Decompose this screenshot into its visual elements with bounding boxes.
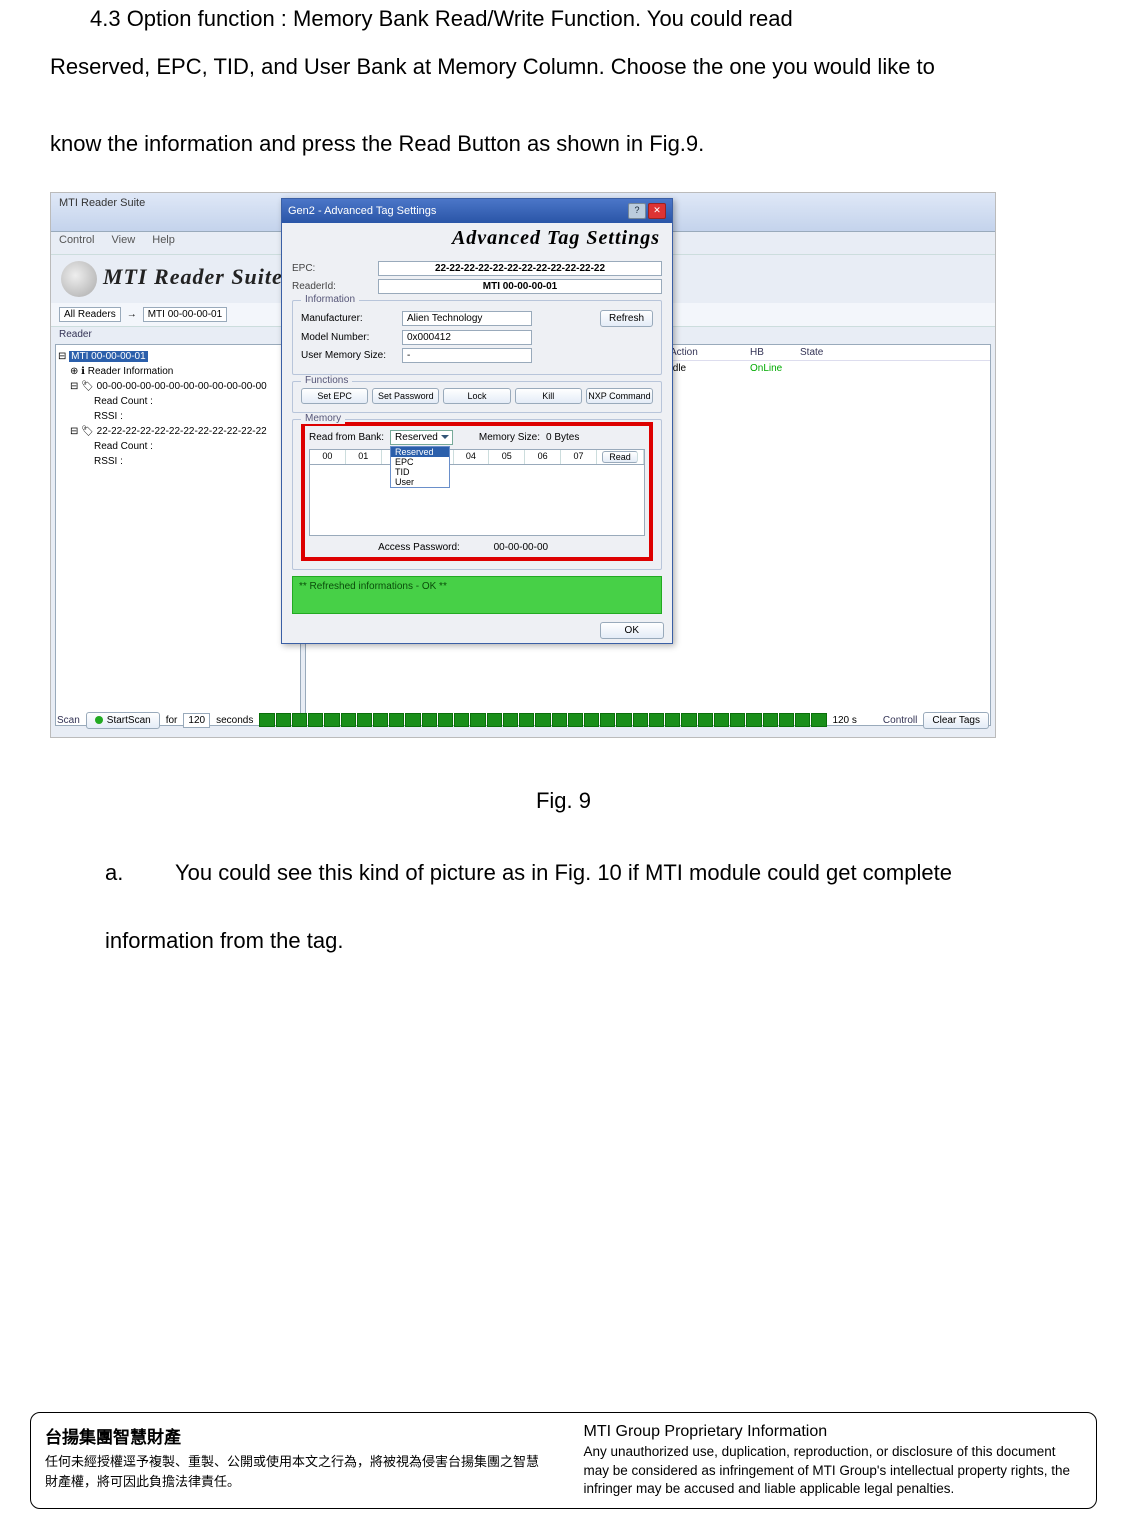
access-password-input[interactable]: 00-00-00-00 [466, 542, 576, 553]
read-button[interactable]: Read [602, 451, 638, 463]
user-mem-value: - [402, 348, 532, 363]
memory-bank-list[interactable]: Reserved EPC TID User [390, 446, 450, 488]
scan-seconds-label: seconds [216, 715, 253, 726]
kill-button[interactable]: Kill [515, 388, 582, 404]
dialog-title-text: Gen2 - Advanced Tag Settings [288, 205, 436, 217]
memory-highlight-box: Read from Bank: Reserved Reserved EPC TI… [301, 422, 653, 561]
tree-tag-1[interactable]: 22-22-22-22-22-22-22-22-22-22-22-22 [97, 426, 267, 437]
memory-legend: Memory [301, 413, 345, 424]
menu-view[interactable]: View [112, 234, 136, 246]
paragraph: Reserved, EPC, TID, and User Bank at Mem… [50, 38, 1077, 95]
reader-tree[interactable]: ⊟ MTI 00-00-00-01 ⊕ ℹ Reader Information… [55, 344, 301, 726]
information-legend: Information [301, 294, 359, 305]
dialog-titlebar: Gen2 - Advanced Tag Settings ? ✕ [282, 199, 672, 223]
grid-cell-action: Idle [670, 363, 750, 374]
hex-col: 05 [489, 450, 525, 464]
footer-zh-body: 任何未經授權逕予複製、重製、公開或使用本文之行為，將被視為侵害台揚集團之智慧財產… [45, 1452, 544, 1491]
tree-root[interactable]: MTI 00-00-00-01 [69, 351, 147, 362]
footer-notice: 台揚集團智慧財產 任何未經授權逕予複製、重製、公開或使用本文之行為，將被視為侵害… [30, 1412, 1097, 1509]
paragraph: know the information and press the Read … [50, 115, 1077, 172]
footer-zh-title: 台揚集團智慧財產 [45, 1423, 544, 1448]
list-bullet: a. [105, 844, 175, 901]
scan-label: Scan [57, 715, 80, 726]
readerid-value: MTI 00-00-00-01 [378, 279, 662, 294]
hex-col: 07 [561, 450, 597, 464]
epc-label: EPC: [292, 263, 372, 274]
tree-rssi: RSSI : [58, 454, 298, 469]
section-heading: 4.3 Option function : Memory Bank Read/W… [90, 6, 1077, 32]
paragraph: information from the tag. [105, 912, 1077, 969]
help-icon[interactable]: ? [628, 203, 646, 219]
reader-id-select[interactable]: MTI 00-00-00-01 [143, 307, 227, 322]
tree-info[interactable]: Reader Information [88, 366, 174, 377]
footer-en-title: MTI Group Proprietary Information [584, 1423, 1083, 1441]
hex-col: 00 [310, 450, 346, 464]
list-item: a.You could see this kind of picture as … [105, 844, 1077, 901]
close-icon[interactable]: ✕ [648, 203, 666, 219]
tree-readcount: Read Count : [58, 394, 298, 409]
readerid-label: ReaderId: [292, 281, 372, 292]
bank-option-epc[interactable]: EPC [391, 457, 449, 467]
reader-app-window: MTI Reader Suite Control View Help MTI R… [51, 193, 995, 737]
arrow-icon: → [127, 309, 137, 320]
epc-value: 22-22-22-22-22-22-22-22-22-22-22-22 [378, 261, 662, 276]
bank-option-reserved[interactable]: Reserved [391, 447, 449, 457]
model-label: Model Number: [301, 332, 396, 343]
reader-filter-select[interactable]: All Readers [59, 307, 121, 322]
refresh-button[interactable]: Refresh [600, 310, 653, 327]
advanced-tag-settings-dialog: Gen2 - Advanced Tag Settings ? ✕ Advance… [281, 198, 673, 644]
scan-progress [259, 713, 826, 727]
scan-duration: 120 s [832, 715, 856, 726]
memory-bank-selected[interactable]: Reserved [390, 430, 453, 445]
memory-grid [309, 465, 645, 536]
nxp-command-button[interactable]: NXP Command [586, 388, 653, 404]
bank-option-user[interactable]: User [391, 477, 449, 487]
hex-col: 06 [525, 450, 561, 464]
play-icon [95, 716, 103, 724]
start-scan-button[interactable]: StartScan [86, 712, 160, 729]
access-password-label: Access Password: [378, 542, 460, 553]
gear-icon [61, 261, 97, 297]
set-epc-button[interactable]: Set EPC [301, 388, 368, 404]
col-header: State [800, 347, 850, 358]
information-group: Information Manufacturer: Alien Technolo… [292, 300, 662, 375]
grid-cell-state: OnLine [750, 363, 782, 374]
tree-readcount: Read Count : [58, 439, 298, 454]
memory-bank-dropdown[interactable]: Reserved Reserved EPC TID User [390, 430, 453, 445]
tree-rssi: RSSI : [58, 409, 298, 424]
status-bar: Scan StartScan for 120 seconds 120 s Con… [51, 703, 995, 737]
scan-seconds-input[interactable]: 120 [183, 713, 210, 728]
footer-en-body: Any unauthorized use, duplication, repro… [584, 1443, 1083, 1498]
ok-button[interactable]: OK [600, 622, 664, 639]
user-mem-label: User Memory Size: [301, 350, 396, 361]
figure-9: MTI Reader Suite Control View Help MTI R… [50, 192, 996, 738]
hex-col: 04 [454, 450, 490, 464]
functions-legend: Functions [301, 375, 352, 386]
memory-hex-header: 00 01 02 03 04 05 06 07 Read [309, 449, 645, 465]
status-message: ** Refreshed informations - OK ** [292, 576, 662, 614]
col-header: HB [750, 347, 800, 358]
figure-caption: Fig. 9 [50, 788, 1077, 814]
set-password-button[interactable]: Set Password [372, 388, 439, 404]
scan-for-label: for [166, 715, 178, 726]
read-from-bank-label: Read from Bank: [309, 432, 384, 443]
bank-option-tid[interactable]: TID [391, 467, 449, 477]
clear-tags-button[interactable]: Clear Tags [923, 712, 989, 729]
col-header: Action [670, 347, 750, 358]
memory-group: Memory Read from Bank: Reserved Reserved… [292, 419, 662, 570]
lock-button[interactable]: Lock [443, 388, 510, 404]
dialog-header: Advanced Tag Settings [282, 223, 672, 254]
manufacturer-label: Manufacturer: [301, 313, 396, 324]
menu-help[interactable]: Help [152, 234, 175, 246]
model-value: 0x000412 [402, 330, 532, 345]
memory-size-value: 0 Bytes [546, 432, 606, 443]
tree-tag-0[interactable]: 00-00-00-00-00-00-00-00-00-00-00-00 [97, 381, 267, 392]
hex-col: 01 [346, 450, 382, 464]
control-label: Controll [883, 715, 917, 726]
manufacturer-value: Alien Technology [402, 311, 532, 326]
functions-group: Functions Set EPC Set Password Lock Kill… [292, 381, 662, 413]
memory-size-label: Memory Size: [479, 432, 540, 443]
menu-control[interactable]: Control [59, 234, 94, 246]
